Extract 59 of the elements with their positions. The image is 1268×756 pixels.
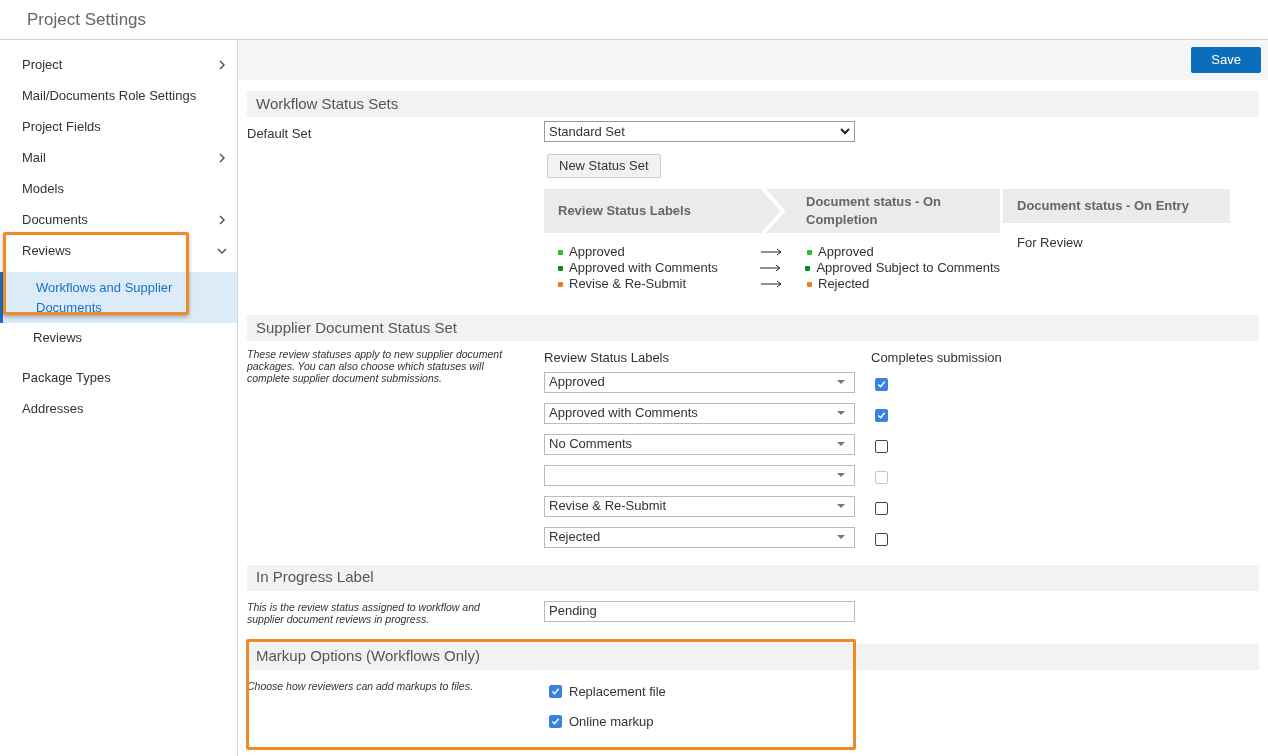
checkbox[interactable] xyxy=(549,715,562,729)
sidebar-item[interactable]: Documents xyxy=(0,205,237,235)
status-label: Approved xyxy=(569,244,625,260)
sidebar-item[interactable]: Project xyxy=(0,50,237,80)
field-label: Default Set xyxy=(247,125,313,143)
arrow-right-icon xyxy=(761,280,783,288)
status-label: Approved with Comments xyxy=(569,260,718,276)
sidebar-item[interactable]: Project Fields xyxy=(0,112,237,142)
caret-icon xyxy=(836,441,846,447)
status-label: Approved Subject to Comments xyxy=(816,260,1000,276)
section-description: This is the review status assigned to workflow and supplier document reviews in progress. xyxy=(247,600,481,625)
section-header: Markup Options (Workflows Only) xyxy=(247,643,1259,670)
checkbox[interactable] xyxy=(875,532,888,546)
page-title: Project Settings xyxy=(27,8,147,31)
status-label: For Review xyxy=(1016,234,1084,252)
status-dropdown[interactable]: Approved with Comments xyxy=(544,402,855,424)
section-description: These review statuses apply to new supplier document packages. You can also choose which statuses will complete supplier document submissions. xyxy=(247,348,504,386)
section-header: Supplier Document Status Set xyxy=(247,315,1259,341)
column-header: Document status - On Entry xyxy=(1017,197,1189,216)
column-header: Document status - On Completion xyxy=(805,193,943,229)
option-label: Online markup xyxy=(569,713,654,731)
checkbox[interactable] xyxy=(875,439,888,453)
sidebar-item[interactable]: Models xyxy=(0,174,237,204)
arrow-right-icon xyxy=(759,264,782,272)
sidebar-item[interactable]: Mail/Documents Role Settings xyxy=(0,81,237,111)
status-label: Approved xyxy=(818,244,874,260)
status-dropdown[interactable]: Approved xyxy=(544,371,855,393)
sidebar-item[interactable]: Package Types xyxy=(0,363,237,393)
arrow-right-icon xyxy=(761,248,783,256)
status-dropdown[interactable]: No Comments xyxy=(544,433,855,455)
sidebar-item[interactable]: Mail xyxy=(0,143,237,173)
checkbox[interactable] xyxy=(549,684,562,698)
caret-icon xyxy=(836,472,846,478)
caret-icon xyxy=(836,534,846,540)
chevron-down-icon xyxy=(840,128,850,135)
section-header: In Progress Label xyxy=(247,564,1259,591)
set-dropdown[interactable]: Standard Set xyxy=(544,121,855,142)
column-header: Review Status Labels xyxy=(557,202,692,221)
new-status-set-button[interactable]: New Status Set xyxy=(547,154,661,178)
status-dropdown[interactable]: Revise & Re-Submit xyxy=(544,495,855,517)
sidebar-subitem[interactable]: Workflows and Supplier Documents xyxy=(0,272,237,323)
checkbox[interactable] xyxy=(875,377,888,391)
column-header: Review Status Labels xyxy=(544,349,670,367)
status-dropdown[interactable]: Rejected xyxy=(544,526,855,548)
sidebar-item[interactable]: Addresses xyxy=(0,394,237,424)
section-header: Workflow Status Sets xyxy=(247,91,1259,117)
checkbox[interactable] xyxy=(875,408,888,422)
label-field[interactable]: Pending xyxy=(544,600,855,622)
caret-icon xyxy=(836,503,846,509)
option-label: Replacement file xyxy=(569,682,666,701)
caret-icon xyxy=(836,379,846,385)
checkbox[interactable] xyxy=(875,501,888,515)
status-label: Revise & Re-Submit xyxy=(569,276,687,292)
sidebar-item[interactable]: Reviews xyxy=(0,236,237,266)
status-label: Rejected xyxy=(818,276,870,292)
sidebar-subitem[interactable]: Reviews xyxy=(0,323,237,353)
caret-icon xyxy=(836,410,846,416)
column-header: Completes submission xyxy=(871,349,1002,367)
save-button[interactable]: Save xyxy=(1191,47,1261,73)
